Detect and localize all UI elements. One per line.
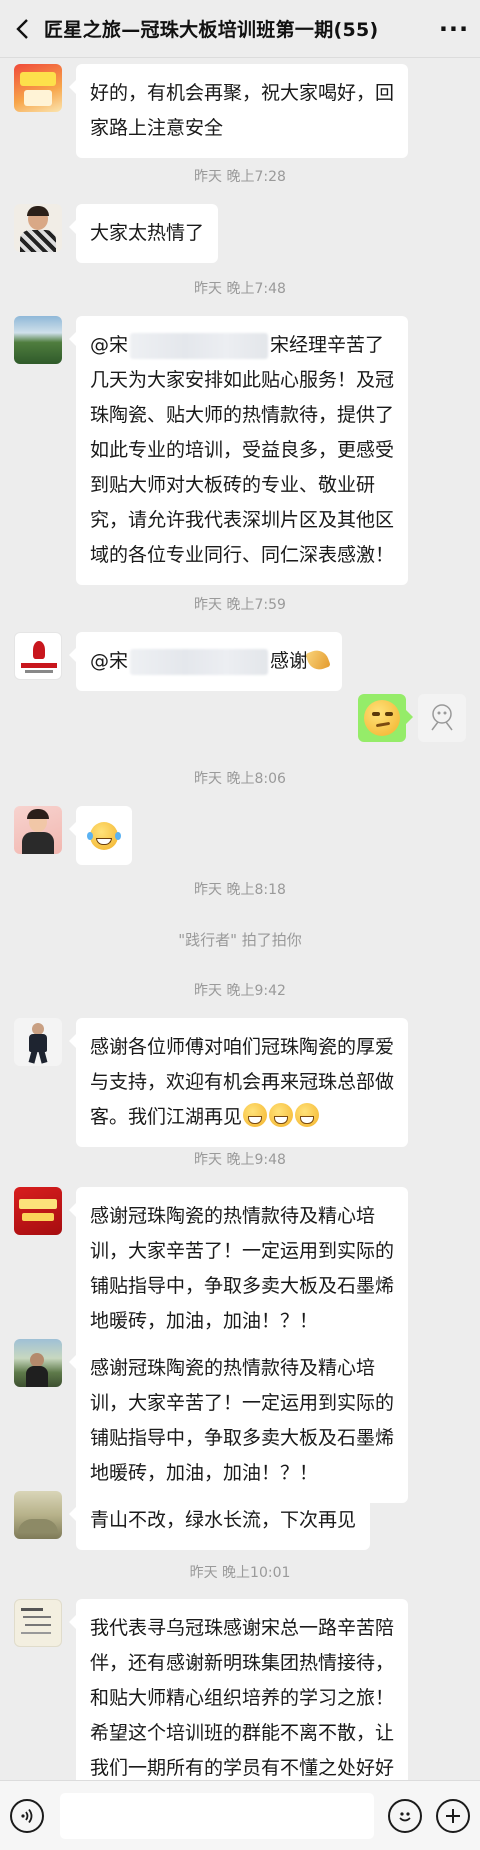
message-input[interactable] — [60, 1792, 374, 1839]
grin-emoji-icon — [243, 1103, 268, 1127]
grin-emoji-icon — [295, 1103, 320, 1127]
mention: @宋 — [90, 334, 129, 356]
avatar[interactable] — [14, 1339, 62, 1387]
back-button[interactable] — [0, 0, 44, 58]
message-text: 感谢各位师傅对咱们冠珠陶瓷的厚爱与支持，欢迎有机会再来冠珠总部做客。我们江湖再见 — [90, 1036, 395, 1128]
message-row: 青山不改，绿水长流，下次再见 — [14, 1491, 466, 1550]
grin-emoji-icon — [269, 1103, 294, 1127]
avatar-self[interactable] — [418, 694, 466, 742]
plus-icon — [446, 1808, 460, 1823]
emoji-button[interactable] — [388, 1798, 422, 1833]
avatar[interactable] — [14, 1599, 62, 1647]
mention: @宋 — [90, 650, 129, 672]
message-bubble[interactable]: 感谢各位师傅对咱们冠珠陶瓷的厚爱与支持，欢迎有机会再来冠珠总部做客。我们江湖再见 — [69, 1018, 408, 1147]
emoji-bubble[interactable] — [69, 806, 132, 865]
message-row — [14, 806, 466, 865]
message-bubble[interactable]: 好的，有机会再聚，祝大家喝好，回家路上注意安全 — [69, 64, 408, 158]
smirk-emoji-icon — [364, 700, 400, 736]
message-row: 感谢各位师傅对咱们冠珠陶瓷的厚爱与支持，欢迎有机会再来冠珠总部做客。我们江湖再见 — [14, 1018, 466, 1147]
avatar[interactable] — [14, 1491, 62, 1539]
redacted-name — [130, 648, 269, 675]
avatar[interactable] — [14, 64, 62, 112]
chat-header: 匠星之旅—冠珠大板培训班第一期(55) ··· — [0, 0, 480, 58]
timestamp: 昨天 晚上9:42 — [194, 983, 286, 999]
avatar[interactable] — [14, 1187, 62, 1235]
message-row: 大家太热情了 — [14, 204, 466, 263]
avatar[interactable] — [14, 316, 62, 364]
message-bubble[interactable]: @宋 宋经理辛苦了几天为大家安排如此贴心服务！及冠珠陶瓷、贴大师的热情款待，提供了… — [69, 316, 408, 585]
avatar[interactable] — [14, 806, 62, 854]
message-bubble[interactable]: 青山不改，绿水长流，下次再见 — [68, 1491, 371, 1550]
message-bubble[interactable]: 大家太热情了 — [68, 204, 219, 263]
message-row: 感谢冠珠陶瓷的热情款待及精心培训，大家辛苦了！一定运用到实际的铺贴指导中，争取多… — [14, 1339, 466, 1503]
chat-title: 匠星之旅—冠珠大板培训班第一期(55) — [44, 19, 379, 41]
tears-of-joy-emoji-icon — [87, 821, 121, 850]
message-bubble[interactable]: @宋 感谢 — [68, 632, 343, 691]
emoji-bubble-self[interactable] — [358, 694, 413, 742]
message-row-self — [14, 694, 466, 742]
message-text: 感谢 — [270, 650, 309, 672]
more-dots-icon: ··· — [438, 14, 470, 43]
avatar[interactable] — [14, 1018, 62, 1066]
plus-button[interactable] — [436, 1798, 470, 1833]
avatar[interactable] — [14, 204, 62, 252]
message-row: 感谢冠珠陶瓷的热情款待及精心培训，大家辛苦了！一定运用到实际的铺贴指导中，争取多… — [14, 1187, 466, 1351]
chevron-left-icon — [16, 18, 28, 39]
avatar[interactable] — [14, 632, 62, 680]
voice-button[interactable] — [10, 1798, 44, 1833]
redacted-name — [130, 332, 269, 359]
message-row: 好的，有机会再聚，祝大家喝好，回家路上注意安全 — [14, 64, 466, 158]
timestamp: 昨天 晚上7:48 — [194, 281, 286, 297]
emoji-icon — [399, 1811, 411, 1821]
message-bubble[interactable]: 感谢冠珠陶瓷的热情款待及精心培训，大家辛苦了！一定运用到实际的铺贴指导中，争取多… — [69, 1187, 408, 1351]
timestamp: 昨天 晚上7:28 — [194, 169, 286, 185]
strong-emoji-icon — [305, 647, 331, 673]
more-button[interactable]: ··· — [428, 15, 480, 43]
message-row: @宋 感谢 — [14, 632, 466, 691]
timestamp: 昨天 晚上8:06 — [194, 771, 286, 787]
timestamp: 昨天 晚上10:01 — [189, 1565, 291, 1581]
timestamp: 昨天 晚上7:59 — [194, 597, 286, 613]
message-row: @宋 宋经理辛苦了几天为大家安排如此贴心服务！及冠珠陶瓷、贴大师的热情款待，提供了… — [14, 316, 466, 585]
timestamp: 昨天 晚上9:48 — [194, 1152, 286, 1168]
timestamp: 昨天 晚上8:18 — [194, 882, 286, 898]
input-bar — [0, 1780, 480, 1850]
message-text: 宋经理辛苦了几天为大家安排如此贴心服务！及冠珠陶瓷、贴大师的热情款待，提供了如此… — [90, 334, 395, 566]
voice-icon — [21, 1808, 33, 1823]
message-bubble[interactable]: 感谢冠珠陶瓷的热情款待及精心培训，大家辛苦了！一定运用到实际的铺贴指导中，争取多… — [69, 1339, 408, 1503]
system-message: "践行者" 拍了拍你 — [178, 931, 302, 949]
